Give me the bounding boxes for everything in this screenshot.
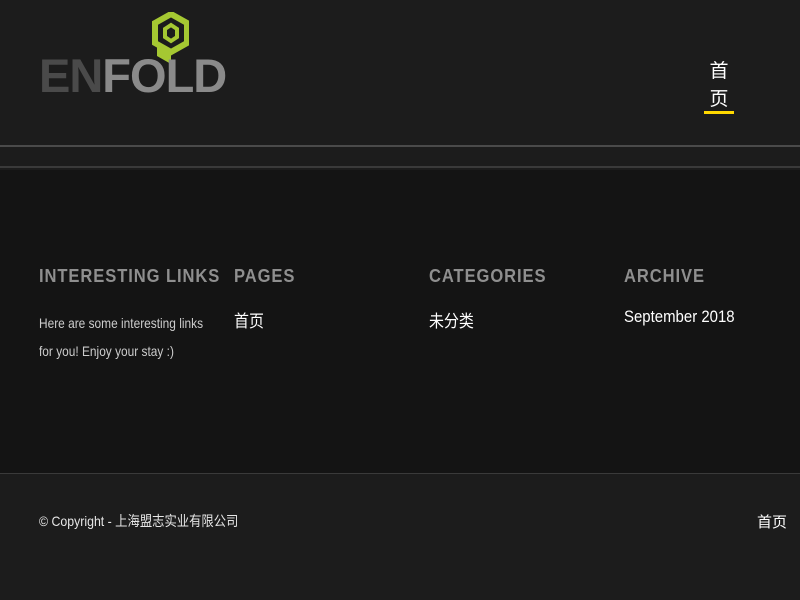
footer-column-archive: ARCHIVE September 2018 <box>624 266 800 327</box>
footer-column-categories: CATEGORIES 未分类 <box>429 266 609 332</box>
copyright-text: © Copyright - 上海盟志实业有限公司 <box>39 513 239 529</box>
logo-wordmark-part1: EN <box>39 49 103 102</box>
footer-column-text: Here are some interesting links for you!… <box>39 315 204 359</box>
footer-column-title: PAGES <box>234 266 296 286</box>
footer-column-title: INTERESTING LINKS <box>39 266 221 286</box>
footer-column-title: ARCHIVE <box>624 266 705 286</box>
footer-socket: © Copyright - 上海盟志实业有限公司 首页 <box>0 475 800 600</box>
logo-wordmark-part2: FOLD <box>102 49 227 102</box>
site-header: ENFOLD 首页 <box>0 0 800 147</box>
nav-item-home[interactable]: 首页 <box>704 58 734 116</box>
footer-link-archive-month[interactable]: September 2018 <box>624 307 735 327</box>
footer-link-uncategorized[interactable]: 未分类 <box>429 307 474 332</box>
site-logo[interactable]: ENFOLD <box>39 12 227 102</box>
footer-link-home[interactable]: 首页 <box>234 307 264 332</box>
logo-wordmark: ENFOLD <box>39 49 227 102</box>
footer-widgets: INTERESTING LINKS Here are some interest… <box>0 170 800 474</box>
footer-column-interesting-links: INTERESTING LINKS Here are some interest… <box>39 266 219 365</box>
nav-active-indicator <box>704 111 734 114</box>
header-divider <box>0 149 800 168</box>
footer-column-title: CATEGORIES <box>429 266 547 286</box>
socket-nav-home[interactable]: 首页 <box>757 511 787 532</box>
footer-column-pages: PAGES 首页 <box>234 266 414 332</box>
